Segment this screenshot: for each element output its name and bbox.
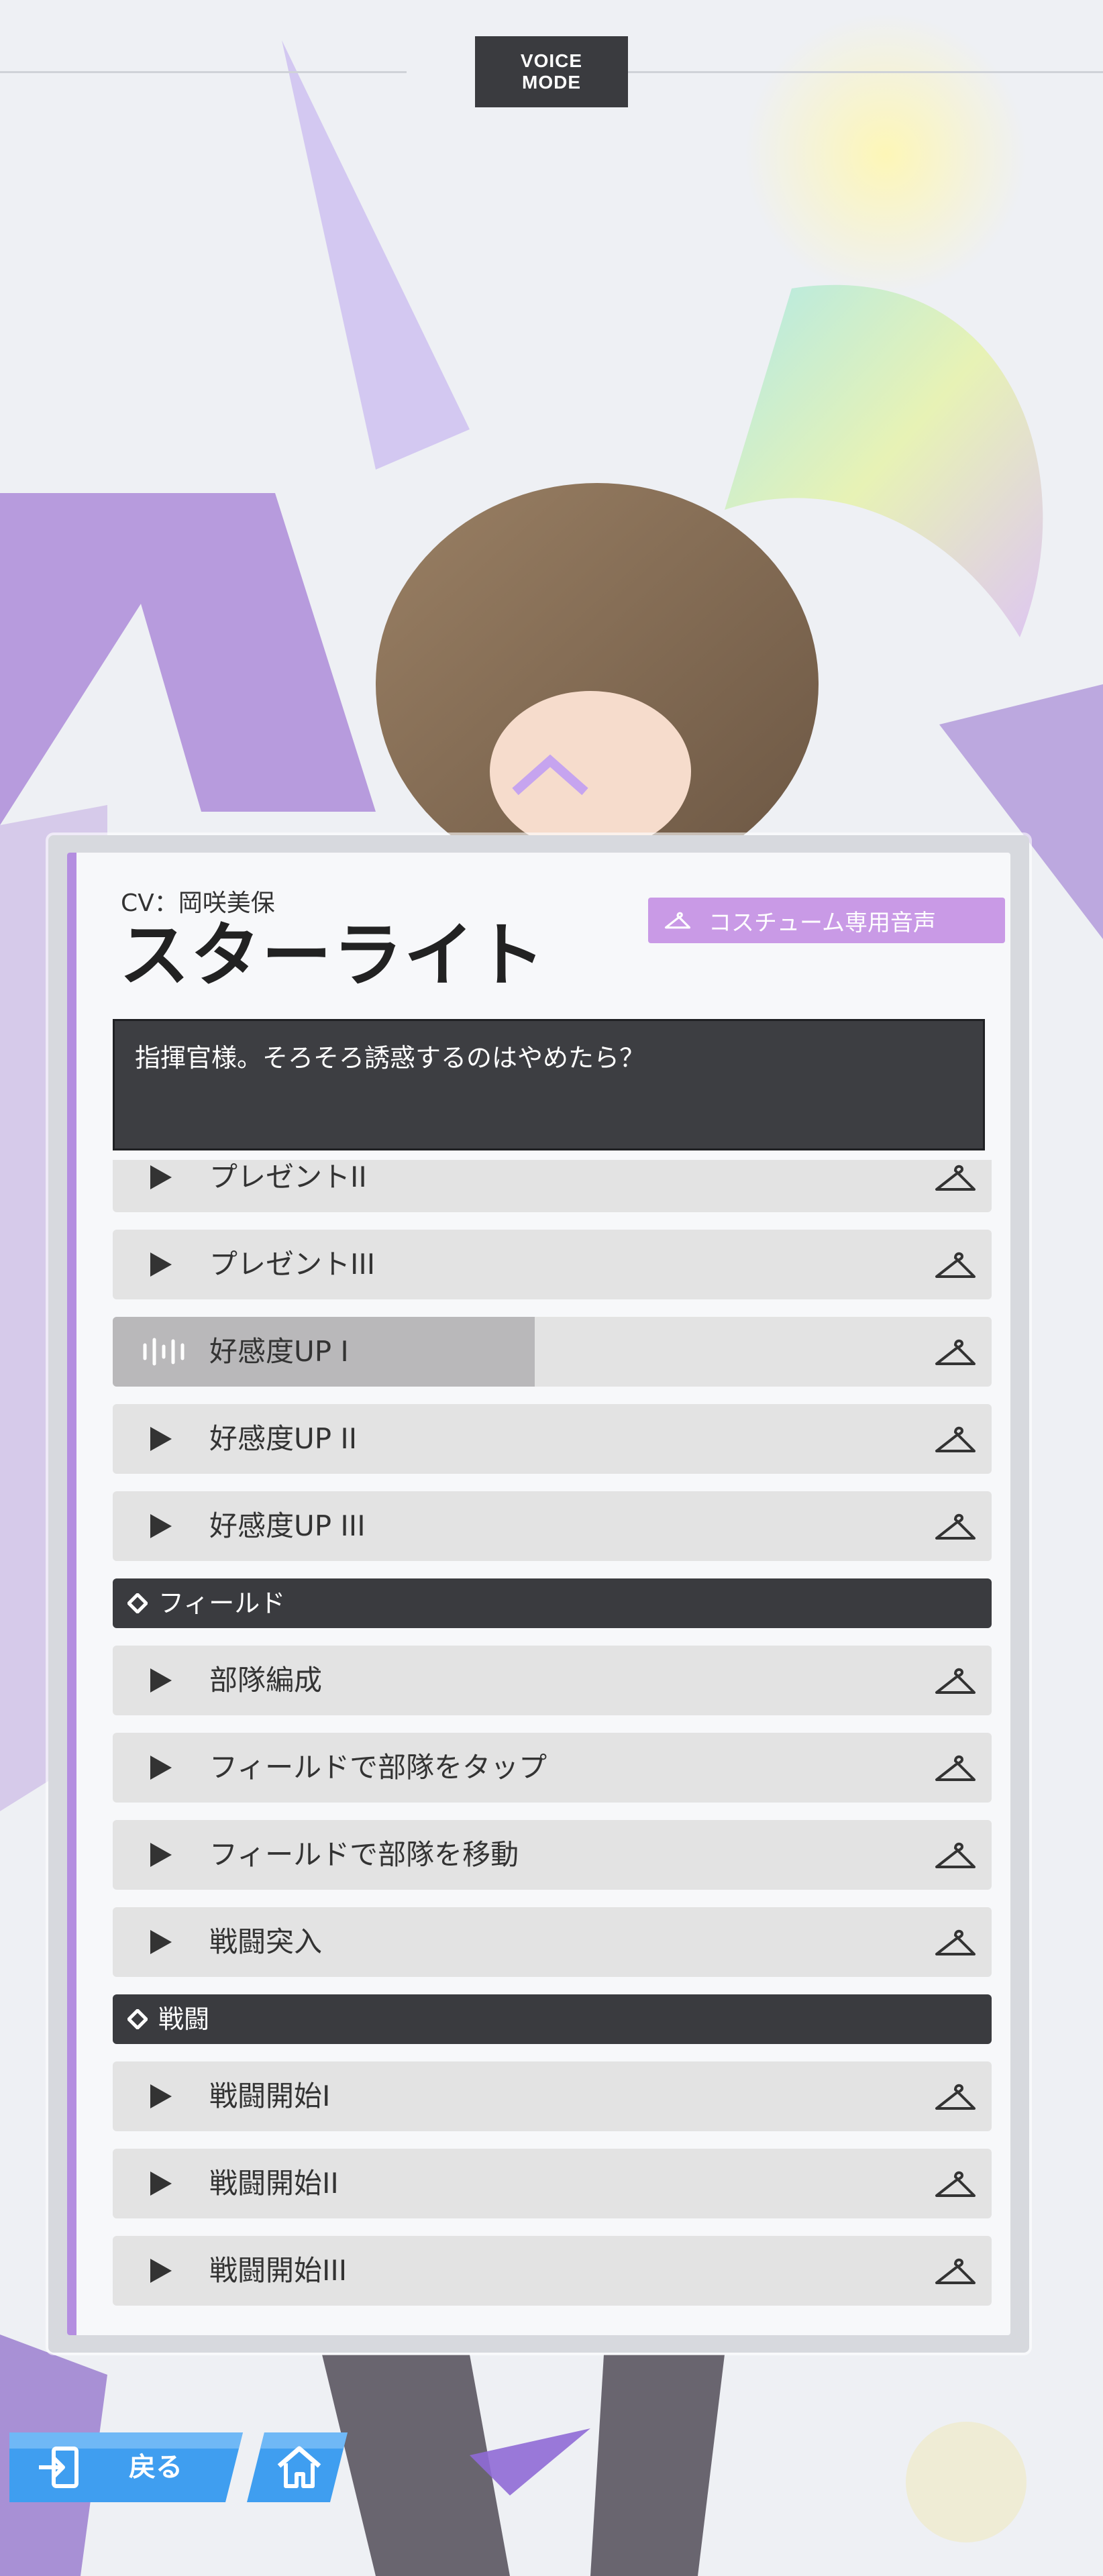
voice-panel-body: CV：岡咲美保 スターライト コスチューム専用音声 指揮官様。そろそろ誘惑するの… bbox=[67, 853, 1010, 2335]
header-divider-left bbox=[0, 71, 407, 73]
play-icon[interactable] bbox=[149, 1930, 173, 1954]
voice-row[interactable]: 部隊編成 bbox=[113, 1646, 992, 1715]
voice-row[interactable]: 戦闘突入 bbox=[113, 1907, 992, 1977]
back-button[interactable]: 戻る bbox=[4, 2427, 247, 2508]
voice-line-text: 指揮官様。そろそろ誘惑するのはやめたら？ bbox=[113, 1019, 985, 1150]
voice-row[interactable]: フィールドで部隊を移動 bbox=[113, 1820, 992, 1890]
play-icon[interactable] bbox=[149, 1165, 173, 1189]
section-label: 戦闘 bbox=[158, 2004, 210, 2034]
back-button-shape bbox=[9, 2432, 243, 2502]
voice-label: プレゼントIII bbox=[209, 1248, 376, 1281]
hanger-icon bbox=[935, 1755, 976, 1781]
hanger-icon bbox=[935, 1668, 976, 1694]
character-name: スターライト bbox=[119, 914, 547, 996]
voice-row[interactable]: 戦闘開始I bbox=[113, 2061, 992, 2131]
hanger-icon bbox=[935, 1426, 976, 1452]
back-label: 戻る bbox=[129, 2452, 182, 2483]
voice-panel: CV：岡咲美保 スターライト コスチューム専用音声 指揮官様。そろそろ誘惑するの… bbox=[48, 835, 1029, 2353]
voice-actor-label: CV：岡咲美保 bbox=[121, 890, 275, 917]
section-header: 戦闘 bbox=[113, 1994, 992, 2044]
voice-label: 好感度UP III bbox=[209, 1509, 366, 1542]
voice-list[interactable]: プレゼントII プレゼントIII 好感度UP I 好感度UP II 好感度UP III フ… bbox=[113, 1160, 992, 2327]
voice-row[interactable]: プレゼントII bbox=[113, 1160, 992, 1212]
hanger-icon bbox=[935, 1842, 976, 1868]
play-icon[interactable] bbox=[149, 1427, 173, 1451]
voice-row[interactable]: プレゼントIII bbox=[113, 1230, 992, 1299]
play-icon[interactable] bbox=[149, 1252, 173, 1277]
hanger-icon bbox=[935, 1165, 976, 1191]
hanger-icon bbox=[664, 912, 691, 929]
costume-voice-badge: コスチューム専用音声 bbox=[648, 898, 1005, 943]
diamond-icon bbox=[127, 1593, 148, 1613]
voice-row[interactable]: 好感度UP I bbox=[113, 1317, 992, 1387]
diamond-icon bbox=[127, 2009, 148, 2029]
voice-row[interactable]: 戦闘開始III bbox=[113, 2236, 992, 2306]
voice-label: 戦闘開始III bbox=[209, 2254, 348, 2287]
hanger-icon bbox=[935, 2258, 976, 2284]
voice-label: 戦闘突入 bbox=[209, 1925, 323, 1958]
hanger-icon bbox=[935, 2171, 976, 2197]
hanger-icon bbox=[935, 1513, 976, 1540]
chevron-up-icon[interactable] bbox=[510, 754, 590, 797]
voice-row[interactable]: 戦闘開始II bbox=[113, 2149, 992, 2218]
hanger-icon bbox=[935, 1929, 976, 1955]
voice-row[interactable]: 好感度UP II bbox=[113, 1404, 992, 1474]
hanger-icon bbox=[935, 2084, 976, 2110]
voice-label: フィールドで部隊を移動 bbox=[209, 1838, 519, 1871]
voice-label: フィールドで部隊をタップ bbox=[209, 1751, 547, 1784]
voice-label: 部隊編成 bbox=[209, 1664, 323, 1697]
section-label: フィールド bbox=[158, 1589, 286, 1618]
home-button[interactable] bbox=[247, 2427, 352, 2508]
accent-bar bbox=[67, 853, 76, 2335]
section-header: フィールド bbox=[113, 1578, 992, 1628]
voice-label: 戦闘開始II bbox=[209, 2167, 339, 2200]
hanger-icon bbox=[935, 1339, 976, 1365]
header-divider-right bbox=[628, 71, 1103, 73]
voice-row[interactable]: フィールドで部隊をタップ bbox=[113, 1733, 992, 1803]
play-icon[interactable] bbox=[149, 1756, 173, 1780]
hanger-icon bbox=[935, 1252, 976, 1278]
play-icon[interactable] bbox=[149, 1843, 173, 1867]
voice-mode-badge: VOICE MODE bbox=[475, 36, 628, 107]
costume-voice-label: コスチューム専用音声 bbox=[708, 909, 936, 936]
home-button-shape bbox=[247, 2432, 348, 2502]
voice-mode-line1: VOICE bbox=[520, 50, 583, 71]
waveform-icon bbox=[143, 1338, 185, 1366]
voice-label: 好感度UP II bbox=[209, 1422, 358, 1455]
play-icon[interactable] bbox=[149, 1514, 173, 1538]
voice-label: プレゼントII bbox=[209, 1161, 367, 1193]
voice-label: 戦闘開始I bbox=[209, 2080, 331, 2112]
voice-row[interactable]: 好感度UP III bbox=[113, 1491, 992, 1561]
play-icon[interactable] bbox=[149, 2084, 173, 2108]
play-icon[interactable] bbox=[149, 2171, 173, 2196]
play-icon[interactable] bbox=[149, 2259, 173, 2283]
voice-mode-line2: MODE bbox=[522, 72, 581, 93]
play-icon[interactable] bbox=[149, 1668, 173, 1693]
voice-label: 好感度UP I bbox=[209, 1335, 349, 1368]
